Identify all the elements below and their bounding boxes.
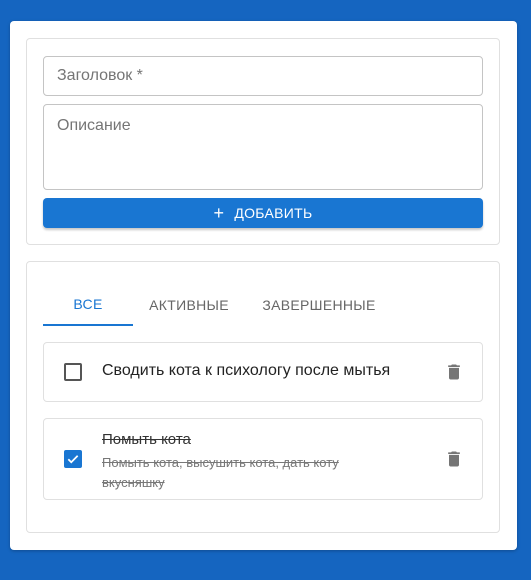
todo-title: Помыть кота: [102, 431, 191, 448]
todo-item: Помыть кота Помыть кота, высушить кота, …: [43, 418, 483, 500]
plus-icon: +: [213, 203, 225, 223]
todo-list-panel: ВСЕ АКТИВНЫЕ ЗАВЕРШЕННЫЕ Сводить кота к …: [26, 261, 500, 533]
title-input[interactable]: [44, 57, 482, 95]
filter-tabs: ВСЕ АКТИВНЫЕ ЗАВЕРШЕННЫЕ: [43, 284, 393, 326]
todo-description: Помыть кота, высушить кота, дать коту вк…: [102, 455, 339, 490]
add-todo-form: + ДОБАВИТЬ: [26, 38, 500, 245]
check-icon: [67, 455, 79, 464]
trash-icon[interactable]: [444, 361, 464, 383]
tab-active[interactable]: АКТИВНЫЕ: [133, 284, 245, 326]
todo-card: + ДОБАВИТЬ ВСЕ АКТИВНЫЕ ЗАВЕРШЕННЫЕ Свод…: [10, 21, 517, 550]
tab-all[interactable]: ВСЕ: [43, 284, 133, 326]
todo-checkbox-checked[interactable]: [64, 450, 82, 468]
todo-checkbox[interactable]: [64, 363, 82, 381]
description-field[interactable]: [43, 104, 483, 190]
todo-item: Сводить кота к психологу после мытья: [43, 342, 483, 402]
tab-completed[interactable]: ЗАВЕРШЕННЫЕ: [245, 284, 393, 326]
trash-icon[interactable]: [444, 448, 464, 470]
todo-title: Сводить кота к психологу после мытья: [102, 362, 391, 379]
add-button[interactable]: + ДОБАВИТЬ: [43, 198, 483, 228]
add-button-label: ДОБАВИТЬ: [234, 205, 313, 221]
title-field[interactable]: [43, 56, 483, 96]
description-input[interactable]: [44, 105, 482, 189]
